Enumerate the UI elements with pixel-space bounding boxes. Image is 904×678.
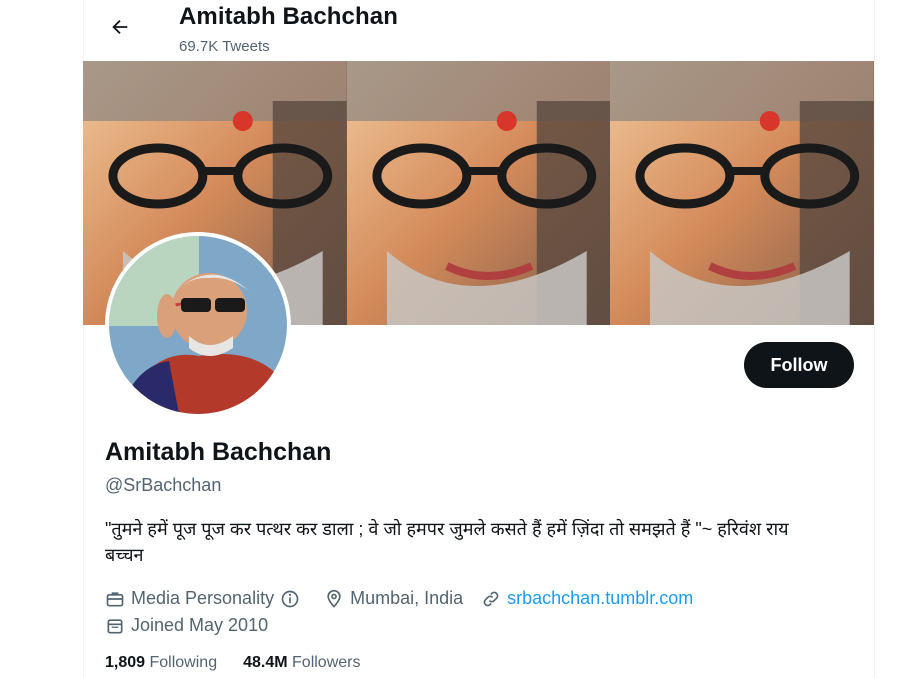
following-count: 1,809 — [105, 654, 146, 671]
profile-bio: "तुमने हमें पूज पूज कर पत्थर कर डाला ; व… — [105, 519, 789, 565]
profile-location: Mumbai, India — [324, 588, 463, 609]
website-link[interactable]: srbachchan.tumblr.com — [507, 588, 693, 609]
follow-stats: 1,809 Following 48.4M Followers — [105, 654, 386, 672]
location-pin-icon — [327, 589, 341, 608]
link-icon — [483, 591, 499, 606]
header-title: Amitabh Bachchan — [179, 3, 398, 30]
calendar-icon — [107, 618, 123, 633]
following-label: Following — [149, 654, 218, 671]
following-link[interactable]: 1,809 Following — [105, 654, 217, 672]
follow-button[interactable]: Follow — [744, 342, 854, 388]
back-button[interactable] — [103, 10, 137, 44]
tweet-count: 69.7K Tweets — [179, 38, 270, 55]
avatar-image — [109, 236, 287, 414]
profile-category: Media Personality — [105, 588, 306, 609]
profile-meta-row: Media Personality Mumbai, India srbachch… — [105, 588, 711, 609]
profile-joined-row: Joined May 2010 — [105, 615, 286, 636]
joined-label: Joined May 2010 — [131, 615, 269, 635]
category-label: Media Personality — [131, 588, 275, 608]
followers-label: Followers — [292, 654, 361, 671]
profile-joined: Joined May 2010 — [105, 615, 268, 636]
followers-count: 48.4M — [243, 654, 288, 671]
banner-panel — [346, 61, 611, 325]
profile-handle: @SrBachchan — [105, 475, 222, 495]
info-icon[interactable] — [280, 589, 300, 609]
profile-website[interactable]: srbachchan.tumblr.com — [481, 588, 693, 609]
followers-link[interactable]: 48.4M Followers — [243, 654, 360, 672]
banner-panel — [610, 61, 874, 325]
profile-name: Amitabh Bachchan — [105, 438, 332, 466]
location-label: Mumbai, India — [350, 588, 464, 608]
arrow-left-icon — [112, 19, 128, 35]
briefcase-icon — [106, 591, 124, 606]
avatar[interactable] — [105, 232, 291, 418]
